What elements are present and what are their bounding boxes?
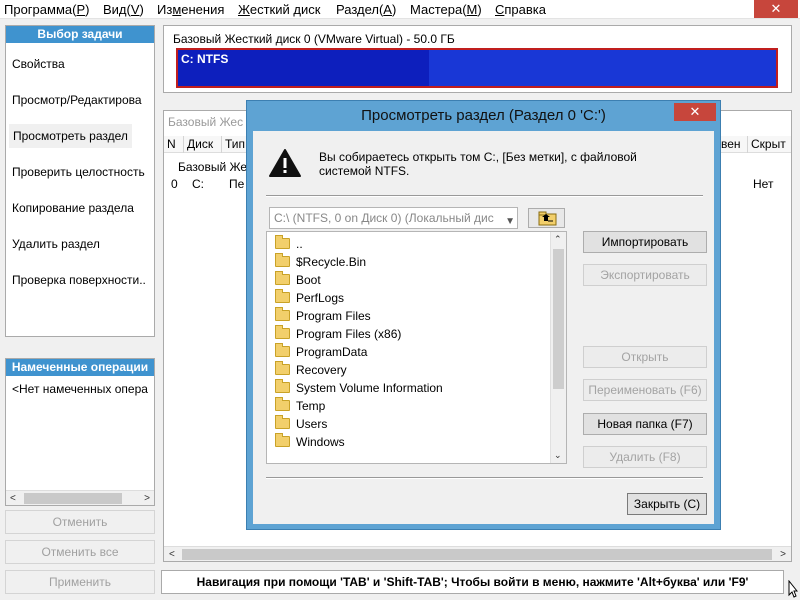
folder-up-icon — [538, 211, 557, 226]
col-hidden[interactable]: Скрыт — [748, 136, 791, 153]
rename-button[interactable]: Переименовать (F6) — [583, 379, 707, 401]
path-combobox[interactable]: C:\ (NTFS, 0 on Диск 0) (Локальный дис ▼ — [269, 207, 518, 229]
disk-title: Базовый Жесткий диск 0 (VMware Virtual) … — [173, 32, 455, 46]
folder-icon — [275, 397, 290, 411]
table-breadcrumb: Базовый Жес — [168, 115, 244, 129]
menu-changes[interactable]: Изменения — [157, 2, 224, 17]
partition-label: C: NTFS — [181, 52, 229, 66]
folder-icon — [275, 361, 290, 375]
task-view-edit[interactable]: Просмотр/Редактирова — [12, 93, 142, 107]
folder-up-button[interactable] — [528, 208, 565, 228]
task-properties[interactable]: Свойства — [12, 57, 65, 71]
task-check-integrity[interactable]: Проверить целостность — [12, 165, 145, 179]
undo-button[interactable]: Отменить — [5, 510, 155, 534]
list-item[interactable]: ProgramData — [275, 343, 367, 361]
menu-wizards[interactable]: Мастера(М) — [410, 2, 482, 17]
task-panel: Выбор задачи Свойства Просмотр/Редактиро… — [5, 25, 155, 337]
menu-bar: Программа(Р) Вид(V) Изменения Жесткий ди… — [0, 0, 800, 19]
window-close-button[interactable]: ✕ — [754, 0, 798, 18]
table-group-row: Базовый Же — [178, 160, 248, 174]
pending-panel-header: Намеченные операции — [6, 359, 154, 376]
menu-help[interactable]: Справка — [495, 2, 546, 17]
file-list[interactable]: .. $Recycle.Bin Boot PerfLogs Program Fi… — [266, 231, 567, 464]
list-item[interactable]: Program Files (x86) — [275, 325, 401, 343]
scroll-up-icon[interactable]: ⌃ — [554, 232, 562, 247]
menu-partition[interactable]: Раздел(А) — [336, 2, 396, 17]
mouse-cursor-icon — [788, 580, 798, 598]
task-surface-test[interactable]: Проверка поверхности.. — [12, 273, 146, 287]
list-item[interactable]: Boot — [275, 271, 321, 289]
pending-hscrollbar[interactable]: < > — [6, 490, 154, 505]
list-item[interactable]: $Recycle.Bin — [275, 253, 366, 271]
col-visible[interactable]: вен — [718, 136, 748, 153]
task-panel-header: Выбор задачи — [6, 26, 154, 43]
list-item[interactable]: .. — [275, 235, 303, 253]
task-view-partition[interactable]: Просмотреть раздел — [9, 124, 132, 148]
cell-type: Пе — [229, 177, 245, 191]
scroll-down-icon[interactable]: ⌄ — [554, 448, 562, 463]
scroll-left-icon[interactable]: < — [169, 547, 175, 562]
folder-icon — [275, 415, 290, 429]
divider — [266, 477, 703, 479]
list-item[interactable]: Temp — [275, 397, 325, 415]
menu-hard-disk[interactable]: Жесткий диск — [238, 2, 320, 17]
warning-icon — [269, 149, 301, 177]
folder-icon — [275, 343, 290, 357]
menu-program[interactable]: Программа(Р) — [4, 2, 89, 17]
disk-map-panel: Базовый Жесткий диск 0 (VMware Virtual) … — [163, 25, 792, 93]
close-icon: ✕ — [770, 1, 782, 16]
divider — [266, 195, 703, 197]
dialog-body: Вы собираетесь открыть том C:, [Без метк… — [253, 131, 714, 524]
view-partition-dialog: Просмотреть раздел (Раздел 0 'C:') ✕ Вы … — [246, 100, 721, 530]
task-copy-partition[interactable]: Копирование раздела — [12, 201, 134, 215]
scroll-thumb[interactable] — [182, 549, 772, 560]
table-hscrollbar[interactable]: < > — [164, 546, 791, 561]
list-item[interactable]: PerfLogs — [275, 289, 344, 307]
close-icon: ✕ — [689, 104, 701, 119]
list-item[interactable]: Recovery — [275, 361, 347, 379]
close-button[interactable]: Закрыть (С) — [627, 493, 707, 515]
pending-panel: Намеченные операции <Нет намеченных опер… — [5, 358, 155, 506]
scroll-thumb[interactable] — [24, 493, 122, 504]
apply-button[interactable]: Применить — [5, 570, 155, 594]
list-item[interactable]: Windows — [275, 433, 345, 451]
dialog-close-button[interactable]: ✕ — [674, 103, 716, 121]
new-folder-button[interactable]: Новая папка (F7) — [583, 413, 707, 435]
folder-icon — [275, 289, 290, 303]
scroll-thumb[interactable] — [553, 249, 564, 389]
open-button[interactable]: Открыть — [583, 346, 707, 368]
import-button[interactable]: Импортировать — [583, 231, 707, 253]
task-delete-partition[interactable]: Удалить раздел — [12, 237, 100, 251]
path-value: C:\ (NTFS, 0 on Диск 0) (Локальный дис — [274, 211, 494, 225]
partition-bar[interactable]: C: NTFS — [176, 48, 778, 88]
chevron-down-icon[interactable]: ▼ — [505, 212, 515, 228]
col-n[interactable]: N — [164, 136, 184, 153]
folder-icon — [275, 253, 290, 267]
dialog-title: Просмотреть раздел (Раздел 0 'C:') — [361, 107, 606, 124]
pending-empty-text: <Нет намеченных опера — [12, 382, 148, 396]
undo-all-button[interactable]: Отменить все — [5, 540, 155, 564]
status-bar: Навигация при помощи 'TAB' и 'Shift-TAB'… — [161, 570, 784, 594]
dialog-message: Вы собираетесь открыть том C:, [Без метк… — [319, 150, 637, 178]
scroll-right-icon[interactable]: > — [780, 547, 786, 562]
cell-hidden: Нет — [753, 177, 774, 191]
folder-icon — [275, 379, 290, 393]
menu-view[interactable]: Вид(V) — [103, 2, 144, 17]
cell-disk: C: — [192, 177, 204, 191]
list-item[interactable]: System Volume Information — [275, 379, 443, 397]
col-disk[interactable]: Диск — [184, 136, 222, 153]
scroll-left-icon[interactable]: < — [10, 491, 16, 506]
list-item[interactable]: Users — [275, 415, 327, 433]
file-list-vscrollbar[interactable]: ⌃ ⌄ — [550, 232, 566, 463]
folder-icon — [275, 325, 290, 339]
folder-icon — [275, 433, 290, 447]
delete-button[interactable]: Удалить (F8) — [583, 446, 707, 468]
folder-icon — [275, 271, 290, 285]
folder-icon — [275, 235, 290, 249]
export-button[interactable]: Экспортировать — [583, 264, 707, 286]
list-item[interactable]: Program Files — [275, 307, 371, 325]
scroll-right-icon[interactable]: > — [144, 491, 150, 506]
folder-icon — [275, 307, 290, 321]
cell-n: 0 — [171, 177, 178, 191]
